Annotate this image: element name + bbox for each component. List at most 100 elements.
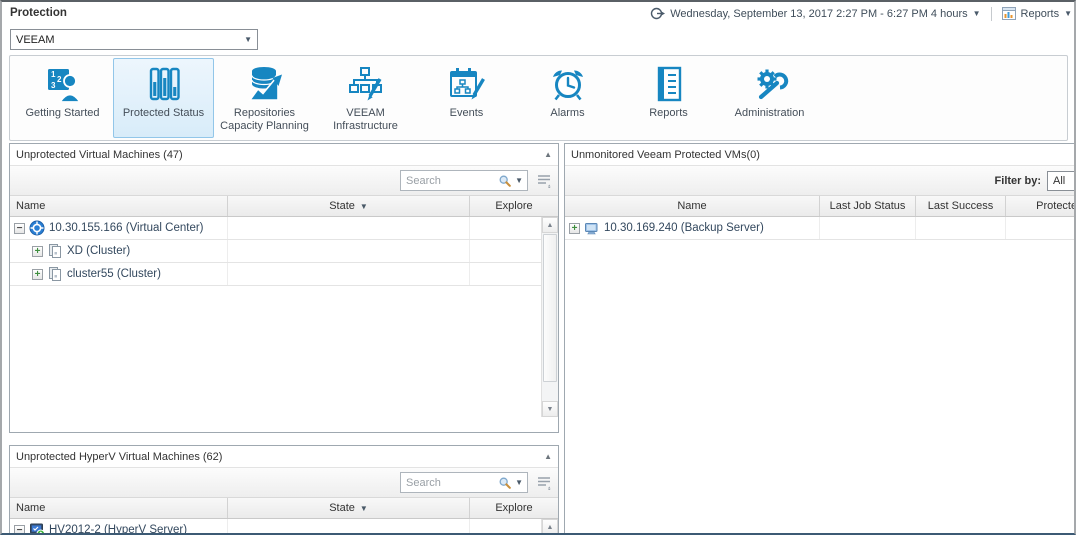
panel-toolbar	[10, 468, 558, 498]
ribbon-item-label: VEEAM Infrastructure	[317, 107, 415, 133]
cluster-icon	[47, 243, 63, 259]
search-options-icon[interactable]	[515, 177, 523, 185]
table-row[interactable]: cluster55 (Cluster)	[10, 263, 541, 286]
virtual-center-icon	[29, 220, 45, 236]
explore-cell	[470, 240, 541, 262]
expand-node-button[interactable]	[569, 223, 580, 234]
state-cell	[228, 263, 470, 285]
column-header-name[interactable]: Name	[10, 196, 228, 216]
expand-node-button[interactable]	[32, 269, 43, 280]
column-header-last-success[interactable]: Last Success	[916, 196, 1006, 216]
panel-header[interactable]: Unprotected HyperV Virtual Machines (62)	[10, 446, 558, 468]
column-header-last-job-status[interactable]: Last Job Status	[820, 196, 916, 216]
ribbon-item-label: Alarms	[550, 107, 584, 120]
panel-toolbar: Filter by: All	[565, 166, 1074, 196]
ribbon-item-protected-status[interactable]: Protected Status	[113, 58, 214, 138]
repositories-capacity-planning-icon	[245, 66, 285, 102]
vertical-scrollbar[interactable]	[541, 217, 558, 417]
explore-cell	[470, 519, 541, 533]
column-header-state[interactable]: State	[228, 498, 470, 518]
svg-text:1: 1	[51, 70, 56, 79]
panel-header[interactable]: Unmonitored Veeam Protected VMs(0)	[565, 144, 1074, 166]
time-range-dropdown-icon[interactable]	[973, 10, 981, 18]
panel-unprotected-hyperv: Unprotected HyperV Virtual Machines (62)	[9, 445, 559, 533]
panel-header[interactable]: Unprotected Virtual Machines (47)	[10, 144, 558, 166]
column-header-name[interactable]: Name	[565, 196, 820, 216]
svg-text:2: 2	[57, 75, 62, 84]
scroll-thumb[interactable]	[543, 234, 557, 382]
filter-by-label: Filter by:	[995, 175, 1041, 187]
search-icon[interactable]	[498, 174, 512, 188]
explore-cell	[470, 217, 541, 239]
column-header-name[interactable]: Name	[10, 498, 228, 518]
unprotected-vms-grid: Name State Explore	[10, 196, 558, 417]
row-label: 10.30.155.166 (Virtual Center)	[49, 222, 204, 234]
search-input[interactable]	[406, 477, 495, 489]
time-range-label[interactable]: Wednesday, September 13, 2017 2:27 PM - …	[670, 8, 967, 20]
ribbon-item-administration[interactable]: Administration	[719, 58, 820, 138]
protected-status-icon	[144, 66, 184, 102]
search-input[interactable]	[406, 175, 495, 187]
hyperv-server-icon	[29, 522, 45, 533]
ribbon-item-events[interactable]: Events	[416, 58, 517, 138]
row-label: cluster55 (Cluster)	[67, 268, 161, 280]
reports-icon	[649, 66, 689, 102]
grid-header-row: Name State Explore	[10, 498, 558, 519]
ribbon-item-reports[interactable]: Reports	[618, 58, 719, 138]
search-icon[interactable]	[498, 476, 512, 490]
filter-combobox-value: All	[1053, 175, 1065, 187]
column-header-protected-space[interactable]: Protected Spa	[1006, 196, 1074, 216]
collapse-node-button[interactable]	[14, 223, 25, 234]
column-header-state[interactable]: State	[228, 196, 470, 216]
scroll-up-button[interactable]	[542, 217, 558, 233]
panel-title: Unprotected Virtual Machines (47)	[16, 149, 544, 161]
events-icon	[447, 66, 487, 102]
ribbon-item-alarms[interactable]: Alarms	[517, 58, 618, 138]
sort-descending-icon	[360, 504, 368, 513]
ribbon-item-label: Reports	[649, 107, 688, 120]
collapse-node-button[interactable]	[14, 525, 25, 534]
collapse-panel-icon[interactable]	[544, 452, 552, 461]
panel-title: Unmonitored Veeam Protected VMs(0)	[571, 149, 1074, 161]
backup-server-icon	[584, 220, 600, 236]
protected-space-cell	[1006, 217, 1074, 239]
ribbon-item-repositories-capacity-planning[interactable]: Repositories Capacity Planning	[214, 58, 315, 138]
scope-combobox[interactable]: VEEAM	[10, 29, 258, 50]
ribbon-item-label: Protected Status	[123, 107, 204, 120]
column-header-explore[interactable]: Explore	[470, 498, 558, 518]
collapse-panel-icon[interactable]	[544, 150, 552, 159]
vertical-scrollbar[interactable]	[541, 519, 558, 533]
ribbon-item-veeam-infrastructure[interactable]: VEEAM Infrastructure	[315, 58, 416, 138]
state-cell	[228, 217, 470, 239]
column-header-explore[interactable]: Explore	[470, 196, 558, 216]
grid-body: HV2012-2 (HyperV Server)	[10, 519, 558, 533]
table-row[interactable]: 10.30.155.166 (Virtual Center)	[10, 217, 541, 240]
search-options-icon[interactable]	[515, 479, 523, 487]
getting-started-icon: 1 2 3	[43, 66, 83, 102]
column-chooser-icon[interactable]	[536, 475, 552, 490]
divider	[991, 7, 992, 21]
row-label: XD (Cluster)	[67, 245, 130, 257]
last-job-status-cell	[820, 217, 916, 239]
panel-toolbar	[10, 166, 558, 196]
table-row[interactable]: 10.30.169.240 (Backup Server)	[565, 217, 1074, 240]
ribbon-item-getting-started[interactable]: 1 2 3 Getting Started	[12, 58, 113, 138]
unprotected-hyperv-grid: Name State Explore	[10, 498, 558, 533]
ribbon-item-label: Getting Started	[26, 107, 100, 120]
search-box[interactable]	[400, 170, 528, 191]
main-content: Unprotected Virtual Machines (47)	[9, 143, 1074, 533]
scope-combobox-value: VEEAM	[16, 34, 55, 46]
scroll-down-button[interactable]	[542, 401, 558, 417]
reports-dropdown-icon[interactable]	[1064, 10, 1072, 18]
grid-body: 10.30.169.240 (Backup Server)	[565, 217, 1074, 240]
table-row[interactable]: HV2012-2 (HyperV Server)	[10, 519, 541, 533]
search-box[interactable]	[400, 472, 528, 493]
column-chooser-icon[interactable]	[536, 173, 552, 188]
filter-combobox[interactable]: All	[1047, 171, 1074, 191]
table-row[interactable]: XD (Cluster)	[10, 240, 541, 263]
scroll-up-button[interactable]	[542, 519, 558, 533]
reports-button[interactable]: Reports	[1002, 7, 1072, 20]
grid-body: 10.30.155.166 (Virtual Center)	[10, 217, 558, 417]
reports-button-label: Reports	[1021, 8, 1060, 20]
expand-node-button[interactable]	[32, 246, 43, 257]
